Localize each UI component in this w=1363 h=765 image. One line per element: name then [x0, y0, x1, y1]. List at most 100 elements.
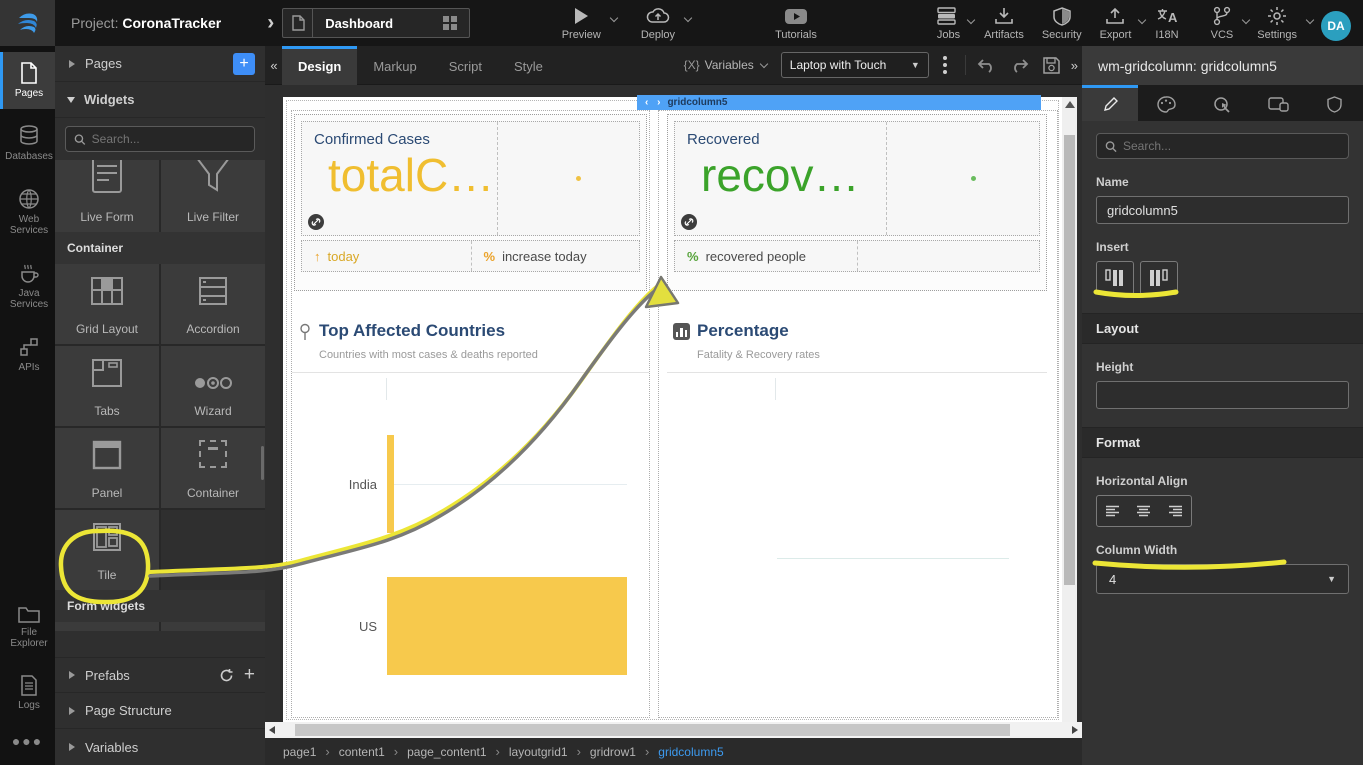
breadcrumb-gridcolumn5[interactable]: gridcolumn5 — [658, 745, 723, 759]
deploy-button[interactable]: Deploy — [641, 5, 675, 41]
page-structure-section-toggle[interactable]: Page Structure — [55, 693, 265, 729]
deploy-caret[interactable] — [681, 15, 691, 23]
align-left-button[interactable] — [1097, 496, 1128, 526]
prefabs-section-toggle[interactable]: Prefabs + — [55, 657, 265, 693]
rail-item-file-explorer[interactable]: File Explorer — [0, 595, 55, 659]
rail-item-pages[interactable]: Pages — [0, 52, 55, 109]
i18n-button[interactable]: A I18N — [1155, 5, 1178, 41]
tab-styles[interactable] — [1138, 85, 1194, 121]
widget-wizard[interactable]: Wizard — [161, 346, 265, 426]
canvas-vscrollbar[interactable] — [1062, 97, 1077, 723]
tab-security[interactable] — [1307, 85, 1363, 121]
jobs-button[interactable]: Jobs — [937, 5, 960, 41]
explorer-scrollbar[interactable] — [261, 446, 264, 480]
refresh-icon[interactable] — [219, 668, 234, 683]
widget-tabs[interactable]: Tabs — [55, 346, 159, 426]
property-search[interactable] — [1096, 133, 1349, 159]
canvas-hscrollbar[interactable] — [265, 722, 1082, 738]
breadcrumb-gridrow1[interactable]: gridrow1 — [590, 745, 636, 759]
hscroll-thumb[interactable] — [295, 724, 1010, 736]
scroll-left-arrow[interactable] — [269, 726, 275, 734]
vscroll-thumb[interactable] — [1064, 135, 1075, 585]
breadcrumb-page1[interactable]: page1 — [283, 745, 316, 759]
rail-more-button[interactable]: ●●● — [0, 721, 55, 765]
widget-search-input[interactable] — [92, 132, 246, 146]
rail-item-databases[interactable]: Databases — [0, 115, 55, 172]
tab-script[interactable]: Script — [433, 46, 498, 85]
page-canvas[interactable]: Confirmed Cases totalC… — [283, 97, 1062, 723]
widget-grid-layout[interactable]: Grid Layout — [55, 264, 159, 344]
variables-button[interactable]: {X} Variables — [684, 58, 767, 72]
name-input[interactable] — [1096, 196, 1349, 224]
page-grid-icon[interactable] — [439, 15, 469, 31]
wavemaker-logo[interactable] — [0, 0, 55, 46]
widget-live-form[interactable]: Live Form — [55, 160, 159, 232]
selection-bar-gridcolumn5[interactable]: ‹ › gridcolumn5 — [637, 95, 1041, 110]
percentage-card[interactable]: Percentage Fatality & Recovery rates — [667, 311, 1047, 715]
collapse-explorer-button[interactable]: « — [266, 54, 282, 76]
scroll-up-arrow[interactable] — [1065, 101, 1075, 108]
redo-button[interactable] — [1010, 57, 1029, 73]
tab-properties[interactable] — [1082, 85, 1138, 121]
widget-tile[interactable]: Tile — [55, 510, 159, 590]
jobs-caret[interactable] — [964, 17, 974, 25]
rail-item-logs[interactable]: Logs — [0, 665, 55, 721]
tab-design[interactable]: Design — [282, 46, 357, 85]
insert-column-right-button[interactable] — [1140, 261, 1178, 295]
rail-item-apis[interactable]: APIs — [0, 326, 55, 383]
vcs-button[interactable]: VCS — [1211, 5, 1234, 41]
undo-button[interactable] — [977, 57, 996, 73]
confirmed-spark-cell[interactable] — [497, 122, 639, 235]
artifacts-button[interactable]: Artifacts — [984, 5, 1024, 41]
grid-column-left[interactable]: Confirmed Cases totalC… — [291, 110, 650, 718]
scroll-right-arrow[interactable] — [1072, 726, 1078, 734]
device-select[interactable]: Laptop with Touch ▼ — [781, 52, 929, 78]
align-center-button[interactable] — [1128, 496, 1159, 526]
column-width-select[interactable]: 4 ▼ — [1096, 564, 1349, 594]
add-prefab-button[interactable]: + — [244, 668, 255, 682]
tab-style[interactable]: Style — [498, 46, 559, 85]
pages-section-toggle[interactable]: Pages + — [55, 46, 265, 82]
grid-column-gridcolumn5[interactable]: Recovered recov… — [658, 110, 1058, 718]
rail-item-web-services[interactable]: Web Services — [0, 178, 55, 246]
vcs-caret[interactable] — [1239, 17, 1249, 25]
widget-live-filter[interactable]: Live Filter — [161, 160, 265, 232]
expand-inspector-button[interactable]: » — [1071, 58, 1078, 73]
tab-markup[interactable]: Markup — [357, 46, 432, 85]
preview-button[interactable]: Preview — [562, 5, 601, 41]
height-input[interactable] — [1096, 381, 1349, 409]
selection-nav-icons[interactable]: ‹ › — [645, 97, 663, 108]
tutorials-button[interactable]: Tutorials — [775, 5, 817, 41]
export-button[interactable]: Export — [1100, 5, 1132, 41]
settings-button[interactable]: Settings — [1257, 5, 1297, 41]
insert-column-left-button[interactable] — [1096, 261, 1134, 295]
breadcrumb-content1[interactable]: content1 — [339, 745, 385, 759]
tab-events[interactable] — [1194, 85, 1250, 121]
top-affected-countries-card[interactable]: Top Affected Countries Countries with mo… — [292, 311, 649, 715]
toolbar-more-button[interactable] — [943, 56, 947, 74]
align-right-button[interactable] — [1160, 496, 1191, 526]
preview-caret[interactable] — [607, 15, 617, 23]
save-button[interactable] — [1043, 57, 1060, 74]
widget-accordion[interactable]: Accordion — [161, 264, 265, 344]
tab-devices[interactable] — [1251, 85, 1307, 121]
widget-container[interactable]: Container — [161, 428, 265, 508]
security-button[interactable]: Security — [1042, 5, 1082, 41]
user-avatar[interactable]: DA — [1321, 11, 1351, 41]
confirmed-cases-tile[interactable]: Confirmed Cases totalC… — [294, 114, 647, 291]
page-tab-dashboard[interactable]: Dashboard — [282, 8, 470, 38]
variables-section-toggle[interactable]: Variables — [55, 729, 265, 765]
widget-search[interactable] — [65, 126, 255, 152]
recovered-spark-cell[interactable] — [886, 122, 1039, 235]
property-search-input[interactable] — [1123, 139, 1340, 153]
widgets-section-toggle[interactable]: Widgets — [55, 82, 265, 118]
breadcrumb-page_content1[interactable]: page_content1 — [407, 745, 486, 759]
recovered-tile[interactable]: Recovered recov… — [667, 114, 1047, 291]
settings-caret[interactable] — [1303, 17, 1313, 25]
design-canvas[interactable]: Confirmed Cases totalC… — [265, 85, 1082, 722]
add-page-button[interactable]: + — [233, 53, 255, 75]
rail-item-java-services[interactable]: Java Services — [0, 252, 55, 320]
export-caret[interactable] — [1135, 17, 1145, 25]
breadcrumb-layoutgrid1[interactable]: layoutgrid1 — [509, 745, 568, 759]
widget-panel[interactable]: Panel — [55, 428, 159, 508]
